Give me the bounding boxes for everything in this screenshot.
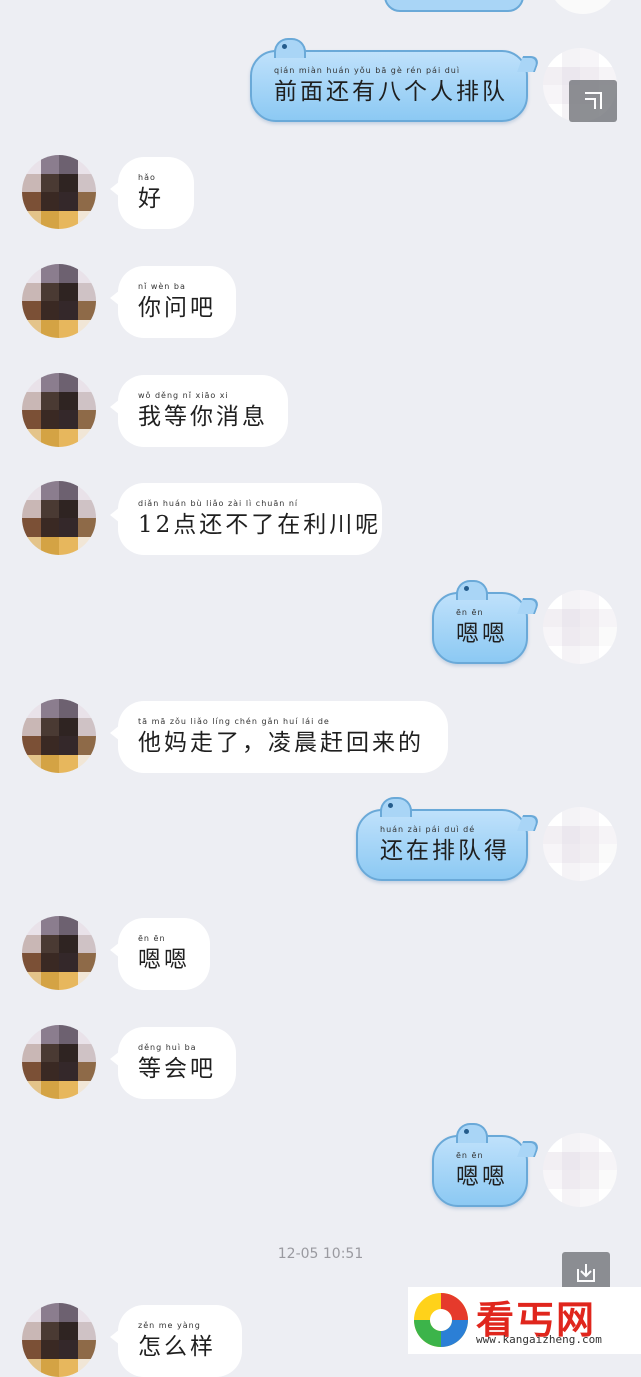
bubble-tail-decoration xyxy=(517,56,541,72)
contact-avatar[interactable] xyxy=(22,916,96,990)
user-avatar[interactable] xyxy=(543,1133,617,1207)
message-pinyin: wǒ děng nǐ xiāo xi xyxy=(138,391,229,400)
message-pinyin: ēn ēn xyxy=(456,1151,484,1160)
outgoing-message-bubble[interactable]: ēn ēn 嗯嗯 xyxy=(432,580,541,664)
bubble-ear-decoration xyxy=(380,797,412,817)
contact-avatar[interactable] xyxy=(22,264,96,338)
message-text: 好 xyxy=(138,186,164,212)
message-text: 嗯嗯 xyxy=(456,1164,508,1190)
bubble-ear-decoration xyxy=(274,38,306,58)
message-text: 还在排队得 xyxy=(380,838,510,864)
incoming-message-bubble[interactable]: děng huì ba 等会吧 xyxy=(110,1027,236,1099)
message-pinyin: ēn ēn xyxy=(456,608,484,617)
user-avatar[interactable] xyxy=(543,807,617,881)
message-text: 他妈走了，凌晨赶回来的 xyxy=(138,730,424,756)
message-text: 我等你消息 xyxy=(138,404,268,430)
message-pinyin: tā mā zǒu liǎo líng chén gǎn huí lái de xyxy=(138,717,330,726)
previous-avatar xyxy=(548,0,618,14)
message-text: 你问吧 xyxy=(138,295,216,321)
message-text: 等会吧 xyxy=(138,1056,216,1082)
message-text: 嗯嗯 xyxy=(138,947,190,973)
incoming-message-bubble[interactable]: hǎo 好 xyxy=(110,157,194,229)
bubble-tail-decoration xyxy=(517,598,541,614)
message-text: 前面还有八个人排队 xyxy=(274,79,508,105)
contact-avatar[interactable] xyxy=(22,155,96,229)
download-icon xyxy=(577,1264,595,1282)
bubble-ear-decoration xyxy=(456,580,488,600)
watermark-url: www.kangaizheng.com xyxy=(476,1333,602,1346)
message-text: 12点还不了在利川呢 xyxy=(138,512,382,538)
outgoing-message-bubble[interactable]: ēn ēn 嗯嗯 xyxy=(432,1123,541,1207)
contact-avatar[interactable] xyxy=(22,373,96,447)
bubble-ear-decoration xyxy=(456,1123,488,1143)
incoming-message-bubble[interactable]: ēn ēn 嗯嗯 xyxy=(110,918,210,990)
message-pinyin: nǐ wèn ba xyxy=(138,282,186,291)
message-pinyin: qián miàn huán yǒu bā gè rén pái duì xyxy=(274,66,461,75)
incoming-message-bubble[interactable]: nǐ wèn ba 你问吧 xyxy=(110,266,236,338)
message-timestamp: 12-05 10:51 xyxy=(277,1246,364,1262)
message-pinyin: děng huì ba xyxy=(138,1043,197,1052)
watermark-logo-icon xyxy=(414,1293,468,1347)
incoming-message-bubble[interactable]: tā mā zǒu liǎo líng chén gǎn huí lái de 他… xyxy=(110,701,448,773)
message-pinyin: huán zài pái duì dé xyxy=(380,825,476,834)
watermark: 看丐网 www.kangaizheng.com xyxy=(408,1287,641,1354)
previous-message-bubble xyxy=(384,0,524,12)
contact-avatar[interactable] xyxy=(22,481,96,555)
expand-icon xyxy=(585,92,602,109)
message-pinyin: hǎo xyxy=(138,173,156,182)
incoming-message-bubble[interactable]: zěn me yàng 怎么样 xyxy=(110,1305,242,1377)
message-text: 怎么样 xyxy=(138,1334,216,1360)
bubble-tail-decoration xyxy=(517,1141,541,1157)
expand-button[interactable] xyxy=(569,80,617,122)
outgoing-message-bubble[interactable]: qián miàn huán yǒu bā gè rén pái duì 前面还有… xyxy=(250,38,541,122)
message-pinyin: ēn ēn xyxy=(138,934,166,943)
contact-avatar[interactable] xyxy=(22,699,96,773)
message-pinyin: zěn me yàng xyxy=(138,1321,201,1330)
contact-avatar[interactable] xyxy=(22,1303,96,1377)
message-pinyin: diǎn huán bù liǎo zài lì chuān ní xyxy=(138,499,299,508)
contact-avatar[interactable] xyxy=(22,1025,96,1099)
bubble-tail-decoration xyxy=(517,815,541,831)
message-text: 嗯嗯 xyxy=(456,621,508,647)
incoming-message-bubble[interactable]: wǒ děng nǐ xiāo xi 我等你消息 xyxy=(110,375,288,447)
user-avatar[interactable] xyxy=(543,590,617,664)
outgoing-message-bubble[interactable]: huán zài pái duì dé 还在排队得 xyxy=(356,797,541,881)
incoming-message-bubble[interactable]: diǎn huán bù liǎo zài lì chuān ní 12点还不了在… xyxy=(110,483,382,555)
